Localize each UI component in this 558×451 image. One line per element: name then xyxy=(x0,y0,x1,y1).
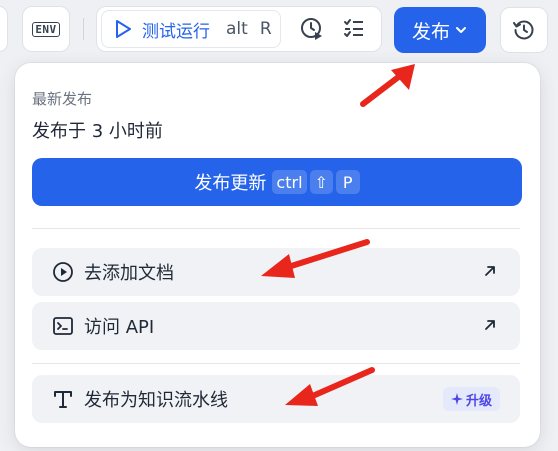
publish-label: 发布 xyxy=(411,20,450,43)
upgrade-badge-label: 升级 xyxy=(465,393,492,409)
version-history-button[interactable] xyxy=(500,7,548,53)
chevron-down-icon xyxy=(454,23,468,37)
annotation-arrow-icon xyxy=(285,367,375,406)
toolbar-separator xyxy=(83,18,84,40)
latest-publish-title: 最新发布 xyxy=(32,90,93,108)
publish-button[interactable]: 发布 xyxy=(394,7,486,53)
left-edge-button[interactable] xyxy=(0,6,8,52)
clock-play-icon xyxy=(299,16,325,42)
env-button[interactable]: ENV xyxy=(22,6,70,52)
terminal-icon xyxy=(52,315,74,337)
publish-update-label: 发布更新 xyxy=(194,173,267,194)
checklist-icon xyxy=(342,17,366,41)
upgrade-badge[interactable]: 升级 xyxy=(442,387,500,411)
run-tools-group: 测试运行 alt R xyxy=(96,6,382,52)
shortcut-shift: ⇧ xyxy=(309,170,333,194)
play-icon xyxy=(114,19,132,39)
text-t-icon xyxy=(52,388,74,410)
shortcut-r: R xyxy=(259,19,272,39)
publish-as-pipeline-item[interactable]: 发布为知识流水线 升级 xyxy=(32,375,520,423)
test-run-button[interactable]: 测试运行 alt R xyxy=(101,10,281,48)
publish-update-button[interactable]: 发布更新 ctrl ⇧ P xyxy=(32,158,522,206)
published-time: 发布于 3 小时前 xyxy=(32,121,163,142)
external-link-icon xyxy=(482,317,498,337)
shortcut-alt: alt xyxy=(226,19,248,39)
annotation-arrow-icon xyxy=(261,239,370,278)
visit-api-label: 访问 API xyxy=(84,317,155,338)
play-circle-icon xyxy=(52,261,74,283)
annotation-arrow-icon xyxy=(360,64,415,107)
panel-divider xyxy=(32,228,520,229)
shortcut-p: P xyxy=(335,170,360,194)
shortcut-ctrl: ctrl xyxy=(272,170,307,194)
history-icon xyxy=(512,18,536,42)
env-icon: ENV xyxy=(32,21,60,37)
history-run-button[interactable] xyxy=(297,14,327,44)
publish-as-pipeline-label: 发布为知识流水线 xyxy=(84,390,228,411)
test-run-label: 测试运行 xyxy=(142,21,210,42)
visit-api-item[interactable]: 访问 API xyxy=(32,302,520,350)
checklist-button[interactable] xyxy=(339,14,369,44)
sparkle-icon xyxy=(450,393,463,405)
external-link-icon xyxy=(482,263,498,283)
panel-divider xyxy=(32,363,520,364)
add-document-label: 去添加文档 xyxy=(84,263,174,284)
